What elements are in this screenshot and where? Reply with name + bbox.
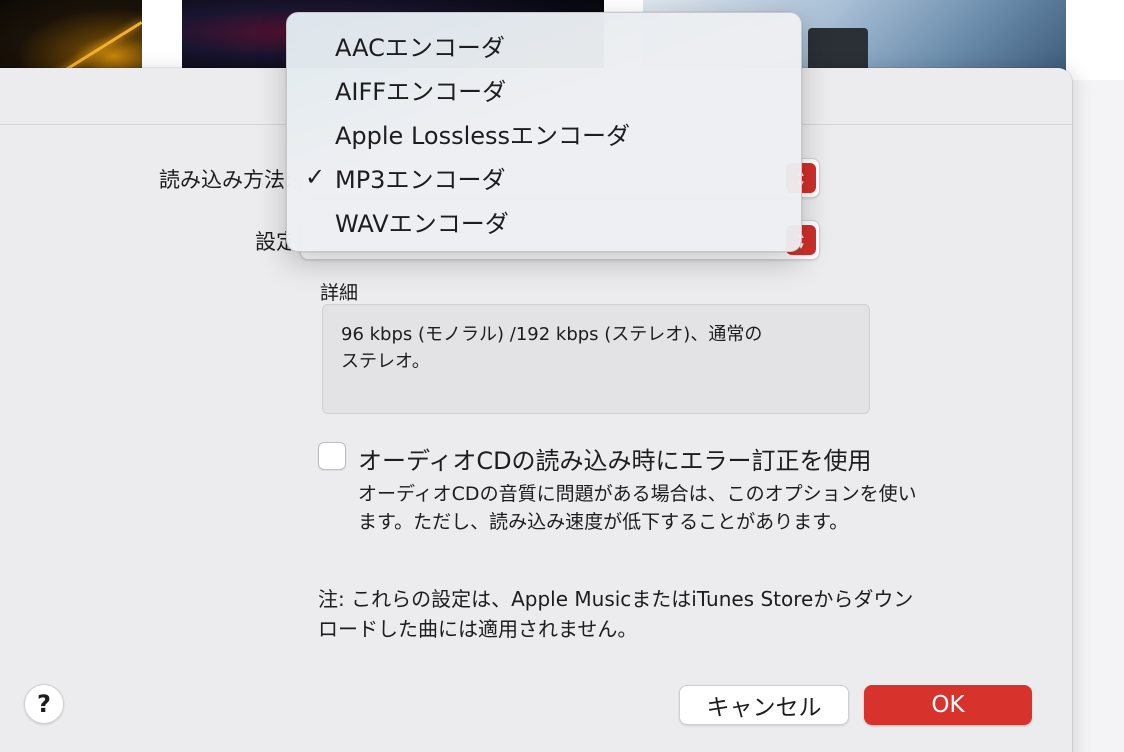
menu-item-label: AIFFエンコーダ (335, 77, 507, 106)
error-correction-checkbox[interactable] (318, 442, 346, 470)
encoder-dropdown-menu: AACエンコーダ AIFFエンコーダ Apple Losslessエンコーダ ✓… (286, 12, 802, 252)
menu-item-label: AACエンコーダ (335, 33, 505, 62)
note-text: 注: これらの設定は、Apple MusicまたはiTunes Storeからダ… (318, 587, 914, 641)
cancel-button[interactable]: キャンセル (679, 685, 849, 725)
menu-item-mp3[interactable]: ✓ MP3エンコーダ (287, 155, 801, 199)
menu-item-wav[interactable]: WAVエンコーダ (287, 199, 801, 243)
menu-item-aiff[interactable]: AIFFエンコーダ (287, 67, 801, 111)
menu-item-label: Apple Losslessエンコーダ (335, 121, 631, 150)
details-label: 詳細 (320, 282, 359, 304)
screen: 読み込み方法: ▴▾ 設定: ▴▾ 詳細 96 kbps (モノラル) /192… (0, 0, 1124, 752)
menu-item-aac[interactable]: AACエンコーダ (287, 23, 801, 67)
details-text: 96 kbps (モノラル) /192 kbps (ステレオ)、通常の ステレオ… (322, 304, 870, 414)
ok-button[interactable]: OK (864, 685, 1032, 725)
error-correction-label[interactable]: オーディオCDの読み込み時にエラー訂正を使用 (358, 441, 872, 476)
error-correction-description: オーディオCDの音質に問題がある場合は、このオプションを使います。ただし、読み込… (358, 483, 917, 533)
menu-item-label: MP3エンコーダ (335, 165, 506, 194)
menu-item-label: WAVエンコーダ (335, 209, 509, 238)
checkmark-icon: ✓ (305, 163, 326, 191)
menu-item-apple-lossless[interactable]: Apple Losslessエンコーダ (287, 111, 801, 155)
import-method-label: 読み込み方法: (159, 168, 291, 192)
help-button[interactable]: ? (24, 684, 64, 724)
